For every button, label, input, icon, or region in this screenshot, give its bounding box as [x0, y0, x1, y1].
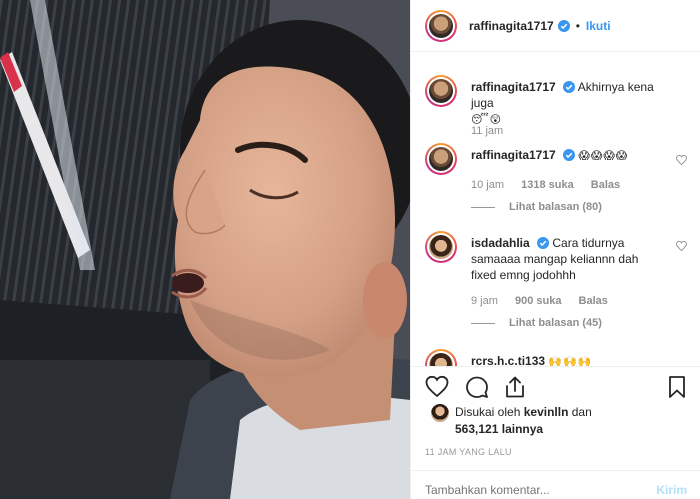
reply-button[interactable]: Balas	[591, 179, 620, 191]
instagram-post-view: raffinagita1717 • Ikuti raffinagita1717 …	[0, 0, 700, 499]
liked-by-prefix: Disukai oleh	[455, 405, 521, 419]
comment-time[interactable]: 11 jam	[471, 125, 503, 137]
likes-count-suffix[interactable]: lainnya	[502, 422, 543, 436]
comment-icon[interactable]	[465, 375, 489, 399]
post-photo[interactable]	[0, 0, 410, 499]
send-comment-button[interactable]: Kirim	[656, 483, 687, 497]
liker-username[interactable]: kevinlln	[524, 405, 569, 419]
post-side-panel: raffinagita1717 • Ikuti raffinagita1717 …	[410, 0, 700, 499]
comment-likes[interactable]: 1318 suka	[521, 179, 574, 191]
post-header: raffinagita1717 • Ikuti	[411, 0, 700, 52]
likes-count-line[interactable]: 563,121 lainnya	[455, 422, 543, 436]
comment-item: raffinagita1717 😱😱😱😱 10 jam 1318 suka Ba…	[425, 143, 687, 223]
add-comment-bar: Kirim	[411, 470, 700, 499]
comment-time[interactable]: 10 jam	[471, 179, 504, 191]
verified-badge-icon	[537, 237, 550, 249]
comment-like-heart-icon[interactable]	[676, 241, 687, 251]
comment-meta: 10 jam 1318 suka Balas	[471, 179, 634, 191]
comment-avatar[interactable]	[425, 75, 457, 107]
liked-by-summary: Disukai oleh kevinlln dan 563,121 lainny…	[425, 404, 687, 440]
comment-item: isdadahlia Cara tidurnya samaaaa mangap …	[425, 231, 687, 331]
comment-item: rcrs.h.c.ti133 🙌🙌🙌	[425, 349, 687, 366]
reply-button[interactable]: Balas	[579, 295, 608, 307]
comment-meta: 11 jam	[471, 125, 517, 137]
share-icon[interactable]	[503, 375, 527, 399]
author-avatar[interactable]	[425, 9, 457, 42]
comment-body: raffinagita1717 😱😱😱😱	[471, 147, 666, 164]
post-actions-bar	[411, 366, 700, 406]
view-replies-button[interactable]: Lihat balasan (80)	[471, 201, 602, 213]
liked-by-line: Disukai oleh kevinlln dan	[455, 405, 592, 419]
verified-badge-icon	[557, 19, 570, 32]
bookmark-icon[interactable]	[665, 375, 689, 399]
comment-time[interactable]: 9 jam	[471, 295, 498, 307]
post-photo-illustration	[0, 0, 410, 499]
comment-emoji: 😱😱😱😱	[578, 150, 629, 162]
author-username[interactable]: raffinagita1717	[469, 19, 554, 33]
comment-avatar[interactable]	[425, 143, 457, 175]
comment-body: rcrs.h.c.ti133 🙌🙌🙌	[471, 353, 666, 366]
comments-list[interactable]: raffinagita1717 Akhirnya kena juga 😴😲 11…	[411, 53, 700, 366]
comment-meta: 9 jam 900 suka Balas	[471, 295, 622, 307]
caption-comment: raffinagita1717 Akhirnya kena juga 😴😲 11…	[425, 75, 687, 145]
comment-username[interactable]: isdadahlia	[471, 236, 530, 250]
add-comment-input[interactable]	[425, 483, 645, 497]
verified-badge-icon	[563, 149, 576, 161]
liked-by-suffix: dan	[571, 405, 592, 419]
comment-username[interactable]: raffinagita1717	[471, 80, 556, 94]
heart-icon[interactable]	[425, 375, 449, 399]
header-separator: •	[575, 18, 580, 33]
likes-count[interactable]: 563,121	[455, 422, 498, 436]
comment-avatar[interactable]	[425, 231, 457, 263]
view-replies-button[interactable]: Lihat balasan (45)	[471, 317, 602, 329]
post-timestamp[interactable]: 11 JAM YANG LALU	[425, 447, 512, 457]
comment-emoji: 🙌🙌🙌	[548, 356, 593, 366]
comment-username[interactable]: raffinagita1717	[471, 148, 556, 162]
comment-body: isdadahlia Cara tidurnya samaaaa mangap …	[471, 235, 666, 283]
comment-body: raffinagita1717 Akhirnya kena juga 😴😲	[471, 79, 666, 128]
comment-username[interactable]: rcrs.h.c.ti133	[471, 354, 545, 366]
follow-button[interactable]: Ikuti	[586, 19, 611, 33]
comment-like-heart-icon[interactable]	[676, 155, 687, 165]
verified-badge-icon	[563, 81, 576, 93]
comment-likes[interactable]: 900 suka	[515, 295, 561, 307]
liker-avatar[interactable]	[431, 404, 449, 422]
comment-avatar[interactable]	[425, 349, 457, 366]
